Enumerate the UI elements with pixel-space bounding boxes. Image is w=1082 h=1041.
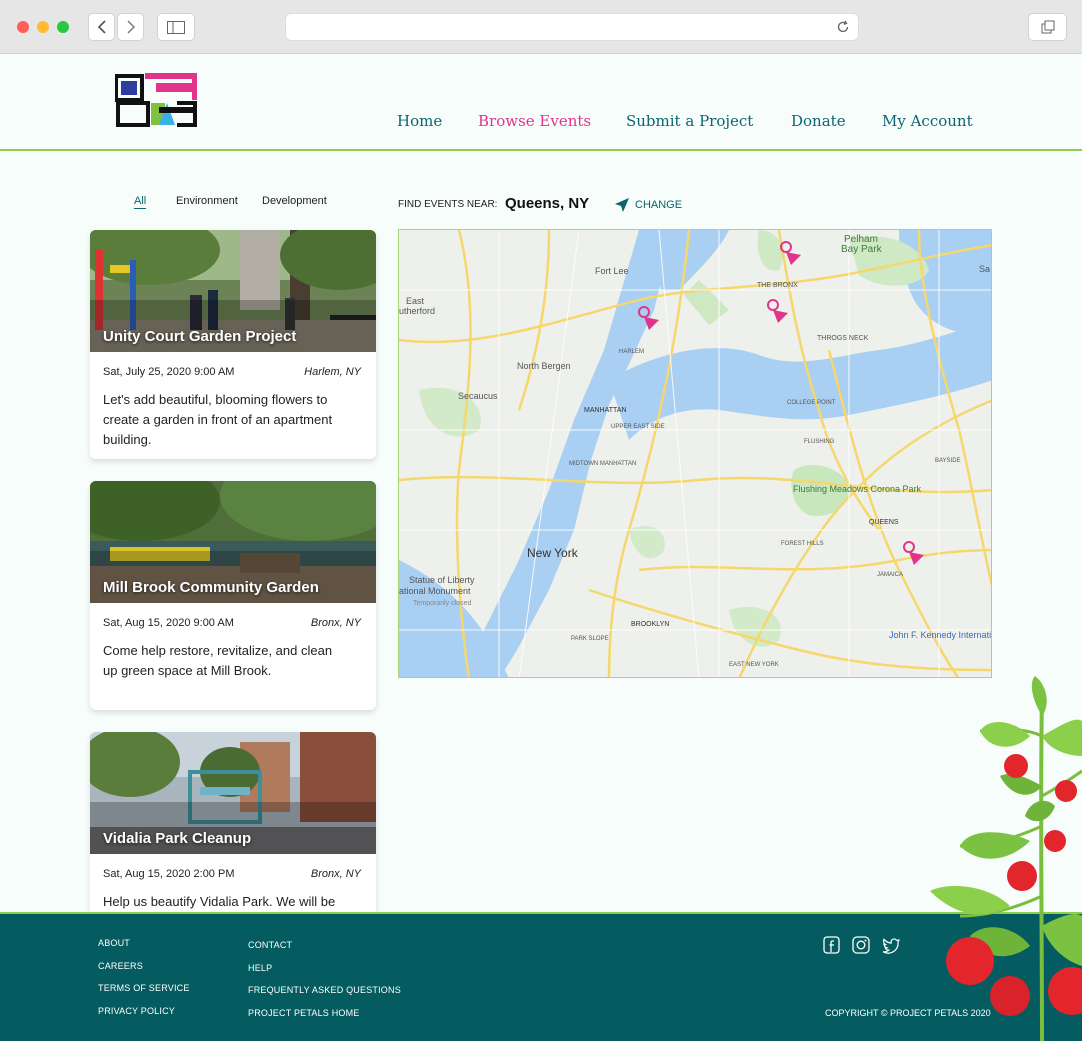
map-label: THROGS NECK xyxy=(817,335,869,342)
maximize-window-button[interactable] xyxy=(57,21,69,33)
facebook-icon[interactable] xyxy=(823,936,841,954)
map-label: Secaucus xyxy=(458,391,498,401)
tabs-icon xyxy=(1041,20,1054,34)
map-label: QUEENS xyxy=(869,519,899,526)
sidebar-icon xyxy=(167,20,185,34)
map-label: New York xyxy=(527,546,579,560)
event-image: Vidalia Park Cleanup xyxy=(90,732,376,854)
map-label: EAST NEW YORK xyxy=(729,662,779,668)
address-bar[interactable] xyxy=(285,13,859,41)
find-events-label: FIND EVENTS NEAR: xyxy=(398,199,498,210)
map-label: Flushing Meadows Corona Park xyxy=(793,484,922,494)
map-label: FLUSHING xyxy=(804,439,835,445)
nav-my-account[interactable]: My Account xyxy=(882,112,973,130)
event-title: Unity Court Garden Project xyxy=(103,328,297,345)
site-footer: ABOUT CAREERS TERMS OF SERVICE PRIVACY P… xyxy=(0,912,1082,1041)
event-date: Sat, July 25, 2020 9:00 AM xyxy=(103,366,235,378)
map-label: MANHATTAN xyxy=(584,407,627,414)
map-label: North Bergen xyxy=(517,361,571,371)
event-description: Help us beautify Vidalia Park. We will b… xyxy=(103,894,336,909)
event-image: Mill Brook Community Garden xyxy=(90,481,376,603)
twitter-icon[interactable] xyxy=(882,936,900,954)
map-label: East xyxy=(406,296,425,306)
map-label: PARK SLOPE xyxy=(571,636,609,642)
browser-toolbar xyxy=(0,0,1082,54)
map-label: MIDTOWN MANHATTAN xyxy=(569,461,636,467)
map-label: Statue of Liberty xyxy=(409,575,475,585)
current-location: Queens, NY xyxy=(505,195,590,212)
tomato-plant-decoration xyxy=(930,676,1082,1041)
forward-arrow-icon xyxy=(126,20,135,34)
event-image: Unity Court Garden Project xyxy=(90,230,376,352)
event-title: Mill Brook Community Garden xyxy=(103,579,319,596)
map-label: ational Monument xyxy=(399,586,471,596)
events-map[interactable]: Pelham Bay Park Fort Lee East utherford … xyxy=(398,229,992,678)
navigation-arrow-icon[interactable] xyxy=(614,197,630,213)
sidebar-toggle-button[interactable] xyxy=(157,13,195,41)
map-label: JAMAICA xyxy=(877,572,903,578)
map-label: COLLEGE POINT xyxy=(787,400,836,406)
event-location: Harlem, NY xyxy=(304,366,361,378)
footer-link-about[interactable]: ABOUT xyxy=(98,938,130,948)
map-label: Sa xyxy=(979,264,990,274)
footer-link-careers[interactable]: CAREERS xyxy=(98,961,143,971)
footer-link-home[interactable]: PROJECT PETALS HOME xyxy=(248,1008,360,1018)
map-label: utherford xyxy=(399,306,435,316)
site-header: Home Browse Events Submit a Project Dona… xyxy=(0,54,1082,151)
back-arrow-icon xyxy=(97,20,106,34)
close-window-button[interactable] xyxy=(17,21,29,33)
map-label: THE BRONX xyxy=(757,282,798,289)
map-label: Bay Park xyxy=(841,244,883,255)
filter-all[interactable]: All xyxy=(134,195,147,209)
event-card[interactable]: Mill Brook Community Garden Sat, Aug 15,… xyxy=(90,481,376,710)
map-label: Fort Lee xyxy=(595,266,629,276)
tabs-button[interactable] xyxy=(1028,13,1067,41)
map-label: BAYSIDE xyxy=(935,458,961,464)
event-meta: Sat, Aug 15, 2020 9:00 AM Bronx, NY xyxy=(90,603,376,641)
reload-icon[interactable] xyxy=(836,20,850,34)
event-location: Bronx, NY xyxy=(310,868,361,880)
footer-link-contact[interactable]: CONTACT xyxy=(248,940,292,950)
event-meta: Sat, Aug 15, 2020 2:00 PM Bronx, NY xyxy=(90,854,376,892)
event-date: Sat, Aug 15, 2020 9:00 AM xyxy=(103,617,234,629)
event-location: Bronx, NY xyxy=(310,617,361,629)
map-label: FOREST HILLS xyxy=(781,541,824,547)
event-date: Sat, Aug 15, 2020 2:00 PM xyxy=(103,868,235,880)
back-button[interactable] xyxy=(88,13,115,41)
change-location-button[interactable]: CHANGE xyxy=(635,199,682,211)
event-description: Come help restore, revitalize, and clean… xyxy=(103,643,333,678)
map-label: HARLEM xyxy=(619,349,644,355)
event-card[interactable]: Unity Court Garden Project Sat, July 25,… xyxy=(90,230,376,459)
nav-submit-project[interactable]: Submit a Project xyxy=(626,112,753,130)
filter-development[interactable]: Development xyxy=(262,195,327,207)
event-description: Let's add beautiful, blooming flowers to… xyxy=(103,392,333,447)
event-card[interactable]: Vidalia Park Cleanup Sat, Aug 15, 2020 2… xyxy=(90,732,376,922)
map-label: UPPER EAST SIDE xyxy=(611,424,665,430)
map-label: John F. Kennedy International Airport xyxy=(889,630,992,640)
project-petals-logo[interactable] xyxy=(115,73,197,129)
footer-link-terms[interactable]: TERMS OF SERVICE xyxy=(98,983,190,993)
footer-link-help[interactable]: HELP xyxy=(248,963,272,973)
event-meta: Sat, July 25, 2020 9:00 AM Harlem, NY xyxy=(90,352,376,390)
map-label: Temporarily closed xyxy=(413,600,471,607)
footer-link-faq[interactable]: FREQUENTLY ASKED QUESTIONS xyxy=(248,985,401,995)
nav-donate[interactable]: Donate xyxy=(791,112,846,130)
forward-button[interactable] xyxy=(117,13,144,41)
event-title: Vidalia Park Cleanup xyxy=(103,830,252,847)
footer-link-privacy[interactable]: PRIVACY POLICY xyxy=(98,1006,175,1016)
nav-browse-events[interactable]: Browse Events xyxy=(478,112,591,130)
map-label: BROOKLYN xyxy=(631,621,669,628)
instagram-icon[interactable] xyxy=(852,936,870,954)
nav-home[interactable]: Home xyxy=(397,112,442,130)
browser-window: Home Browse Events Submit a Project Dona… xyxy=(0,0,1082,1041)
filter-environment[interactable]: Environment xyxy=(176,195,238,207)
minimize-window-button[interactable] xyxy=(37,21,49,33)
